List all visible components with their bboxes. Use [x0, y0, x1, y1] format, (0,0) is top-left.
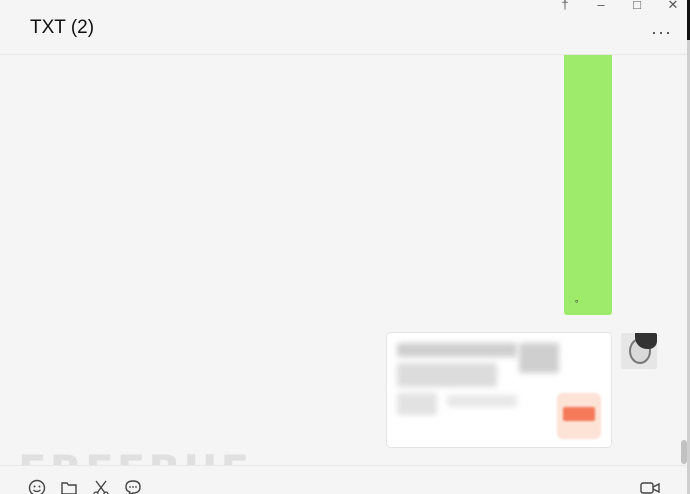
- minimize-icon[interactable]: –: [592, 0, 610, 11]
- video-call-icon[interactable]: [640, 480, 660, 494]
- emoji-icon[interactable]: [28, 479, 46, 494]
- close-icon[interactable]: ✕: [664, 0, 682, 11]
- chat-title: TXT (2): [30, 17, 95, 38]
- avatar[interactable]: [621, 333, 657, 369]
- blurred-line-3: [447, 395, 517, 407]
- message-list[interactable]: 。: [0, 55, 686, 465]
- scissors-icon[interactable]: [92, 479, 110, 494]
- blurred-line-2: [397, 393, 437, 415]
- folder-icon[interactable]: [60, 479, 78, 494]
- blurred-title-2: [519, 343, 559, 373]
- maximize-icon[interactable]: □: [628, 0, 646, 11]
- window-controls: † – □ ✕: [556, 0, 682, 11]
- shared-card-message[interactable]: [386, 332, 612, 448]
- blurred-line: [397, 363, 497, 387]
- chat-header: TXT (2) † – □ ✕ ···: [0, 0, 690, 55]
- chat-history-icon[interactable]: [124, 479, 142, 494]
- input-toolbar: [0, 465, 686, 494]
- pin-icon[interactable]: †: [556, 0, 574, 11]
- blurred-title: [397, 343, 517, 357]
- sent-message-bubble[interactable]: 。: [564, 55, 612, 315]
- more-options-button[interactable]: ···: [651, 22, 672, 43]
- card-app-icon: [557, 393, 601, 439]
- message-text: 。: [575, 294, 585, 304]
